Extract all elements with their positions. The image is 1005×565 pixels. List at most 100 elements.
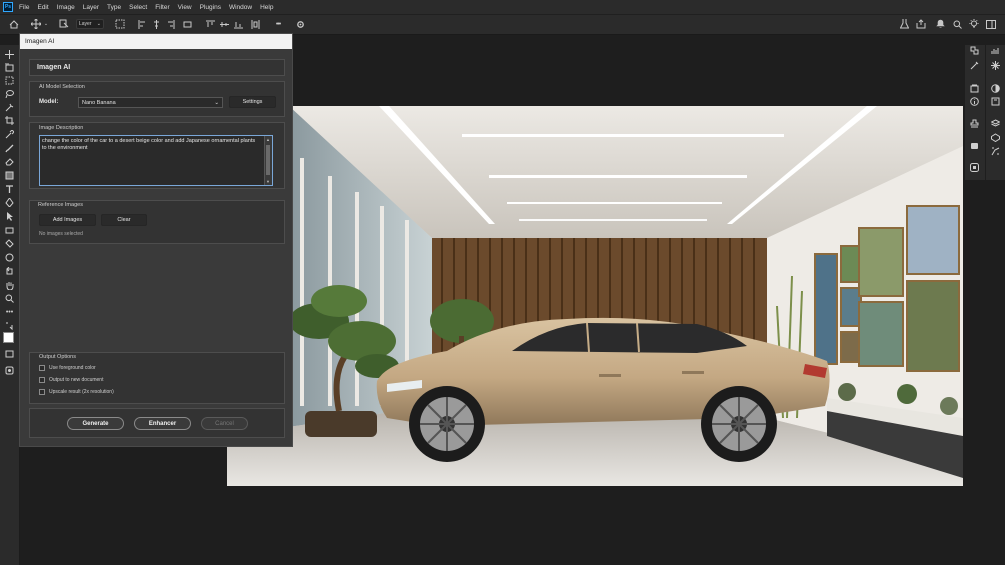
home-icon[interactable] bbox=[8, 18, 20, 30]
settings-button[interactable]: Settings bbox=[229, 96, 276, 108]
pen-tool-icon[interactable] bbox=[4, 197, 15, 208]
menu-select[interactable]: Select bbox=[129, 4, 147, 11]
scrollbar-thumb[interactable] bbox=[266, 145, 270, 175]
description-textarea[interactable]: change the color of the car to a desert … bbox=[39, 135, 273, 186]
align-left-icon[interactable] bbox=[137, 18, 147, 30]
new-document-label: Output to new document bbox=[49, 377, 104, 383]
plugin-panel-icon[interactable] bbox=[969, 162, 980, 173]
document-canvas[interactable] bbox=[227, 106, 963, 486]
rotate-view-tool-icon[interactable] bbox=[4, 266, 15, 277]
navigator-icon[interactable] bbox=[990, 60, 1001, 71]
info-icon[interactable] bbox=[969, 96, 980, 107]
cancel-button[interactable]: Cancel bbox=[201, 417, 248, 430]
brush-settings-icon[interactable] bbox=[969, 60, 980, 71]
enhancer-button[interactable]: Enhancer bbox=[134, 417, 191, 430]
add-images-button[interactable]: Add Images bbox=[39, 214, 96, 226]
align-top-icon[interactable] bbox=[205, 18, 215, 30]
flask-icon[interactable] bbox=[898, 18, 910, 30]
model-label: Model: bbox=[39, 99, 59, 105]
align-middle-icon[interactable] bbox=[219, 18, 229, 30]
use-foreground-checkbox[interactable] bbox=[39, 365, 45, 371]
generate-button[interactable]: Generate bbox=[67, 417, 124, 430]
more-options-icon[interactable]: ••• bbox=[271, 18, 285, 30]
menu-type[interactable]: Type bbox=[107, 4, 121, 11]
output-section: Output Options Use foreground color Outp… bbox=[29, 352, 285, 404]
ellipse-tool-icon[interactable] bbox=[4, 252, 15, 263]
share-icon[interactable] bbox=[915, 18, 927, 30]
menu-file[interactable]: File bbox=[19, 4, 29, 11]
brush-tool-icon[interactable] bbox=[4, 143, 15, 154]
more-tools-icon[interactable]: ••• bbox=[4, 307, 15, 318]
bucket-tool-icon[interactable] bbox=[4, 238, 15, 249]
type-tool-icon[interactable] bbox=[4, 184, 15, 195]
channels-icon[interactable] bbox=[990, 132, 1001, 143]
description-scrollbar[interactable]: ▲ ▼ bbox=[264, 136, 272, 185]
lasso-tool-icon[interactable] bbox=[4, 88, 15, 99]
menu-image[interactable]: Image bbox=[57, 4, 75, 11]
menu-plugins[interactable]: Plugins bbox=[200, 4, 221, 11]
foreground-color-swatch[interactable] bbox=[3, 332, 14, 343]
artboard-tool-icon[interactable] bbox=[4, 62, 15, 73]
glyph-panel-icon[interactable] bbox=[969, 140, 980, 151]
tools-panel: ••• bbox=[0, 45, 20, 565]
align-center-icon[interactable] bbox=[151, 18, 161, 30]
move-tool-icon[interactable] bbox=[4, 49, 15, 60]
output-section-title: Output Options bbox=[39, 354, 76, 360]
screen-mode-icon[interactable] bbox=[4, 365, 15, 376]
menu-layer[interactable]: Layer bbox=[83, 4, 99, 11]
history-panel-icon[interactable] bbox=[969, 45, 980, 56]
gradient-tool-icon[interactable] bbox=[4, 170, 15, 181]
quick-mask-icon[interactable] bbox=[4, 349, 15, 360]
scroll-down-icon[interactable]: ▼ bbox=[266, 179, 270, 184]
zoom-tool-icon[interactable] bbox=[4, 293, 15, 304]
bell-icon[interactable] bbox=[934, 18, 946, 30]
rectangle-tool-icon[interactable] bbox=[4, 225, 15, 236]
move-tool-icon[interactable] bbox=[30, 18, 42, 30]
upscale-checkbox[interactable] bbox=[39, 389, 45, 395]
description-section-title: Image Description bbox=[39, 125, 84, 131]
histogram-icon[interactable] bbox=[990, 45, 1001, 56]
workspace-icon[interactable] bbox=[985, 18, 997, 30]
menu-help[interactable]: Help bbox=[260, 4, 273, 11]
path-selection-tool-icon[interactable] bbox=[4, 211, 15, 222]
stamp-icon[interactable] bbox=[969, 118, 980, 129]
align-right-icon[interactable] bbox=[165, 18, 175, 30]
new-document-checkbox[interactable] bbox=[39, 377, 45, 383]
crop-tool-icon[interactable] bbox=[4, 115, 15, 126]
model-select[interactable]: Nano Banana ⌄ bbox=[78, 97, 223, 108]
eyedropper-tool-icon[interactable] bbox=[4, 129, 15, 140]
layers-panel-icon[interactable] bbox=[990, 118, 1001, 129]
auto-select-icon[interactable] bbox=[58, 18, 70, 30]
chevron-down-icon[interactable]: ⌄ bbox=[43, 18, 49, 30]
dialog-title-bar[interactable]: Imagen AI bbox=[20, 34, 292, 49]
paths-icon[interactable] bbox=[990, 146, 1001, 157]
libraries-panel-icon[interactable] bbox=[969, 83, 980, 94]
scroll-up-icon[interactable]: ▲ bbox=[266, 137, 270, 142]
menu-bar: Ps File Edit Image Layer Type Select Fil… bbox=[0, 0, 1005, 14]
eraser-tool-icon[interactable] bbox=[4, 156, 15, 167]
reference-section: Reference Images Add Images Clear No ima… bbox=[29, 200, 285, 244]
menu-window[interactable]: Window bbox=[229, 4, 252, 11]
distribute-icon[interactable] bbox=[182, 18, 192, 30]
lightbulb-icon[interactable] bbox=[968, 18, 980, 30]
menu-filter[interactable]: Filter bbox=[155, 4, 169, 11]
marquee-tool-icon[interactable] bbox=[4, 75, 15, 86]
clear-button[interactable]: Clear bbox=[101, 214, 147, 226]
gear-icon[interactable] bbox=[295, 18, 305, 30]
hand-tool-icon[interactable] bbox=[4, 280, 15, 291]
layer-select[interactable]: Layer ⌄ bbox=[76, 19, 104, 29]
distribute-vertical-icon[interactable] bbox=[250, 18, 260, 30]
photoshop-logo: Ps bbox=[3, 2, 13, 12]
upscale-label: Upscale result (2x resolution) bbox=[49, 389, 114, 395]
adjustments-icon[interactable] bbox=[990, 83, 1001, 94]
swap-colors-icon[interactable] bbox=[4, 321, 15, 332]
model-section-title: AI Model Selection bbox=[39, 84, 85, 90]
properties-icon[interactable] bbox=[990, 96, 1001, 107]
align-bottom-icon[interactable] bbox=[233, 18, 243, 30]
menu-view[interactable]: View bbox=[178, 4, 192, 11]
search-icon[interactable] bbox=[951, 18, 963, 30]
use-foreground-label: Use foreground color bbox=[49, 365, 96, 371]
object-selection-tool-icon[interactable] bbox=[4, 102, 15, 113]
menu-edit[interactable]: Edit bbox=[37, 4, 48, 11]
transform-controls-icon[interactable] bbox=[114, 18, 126, 30]
